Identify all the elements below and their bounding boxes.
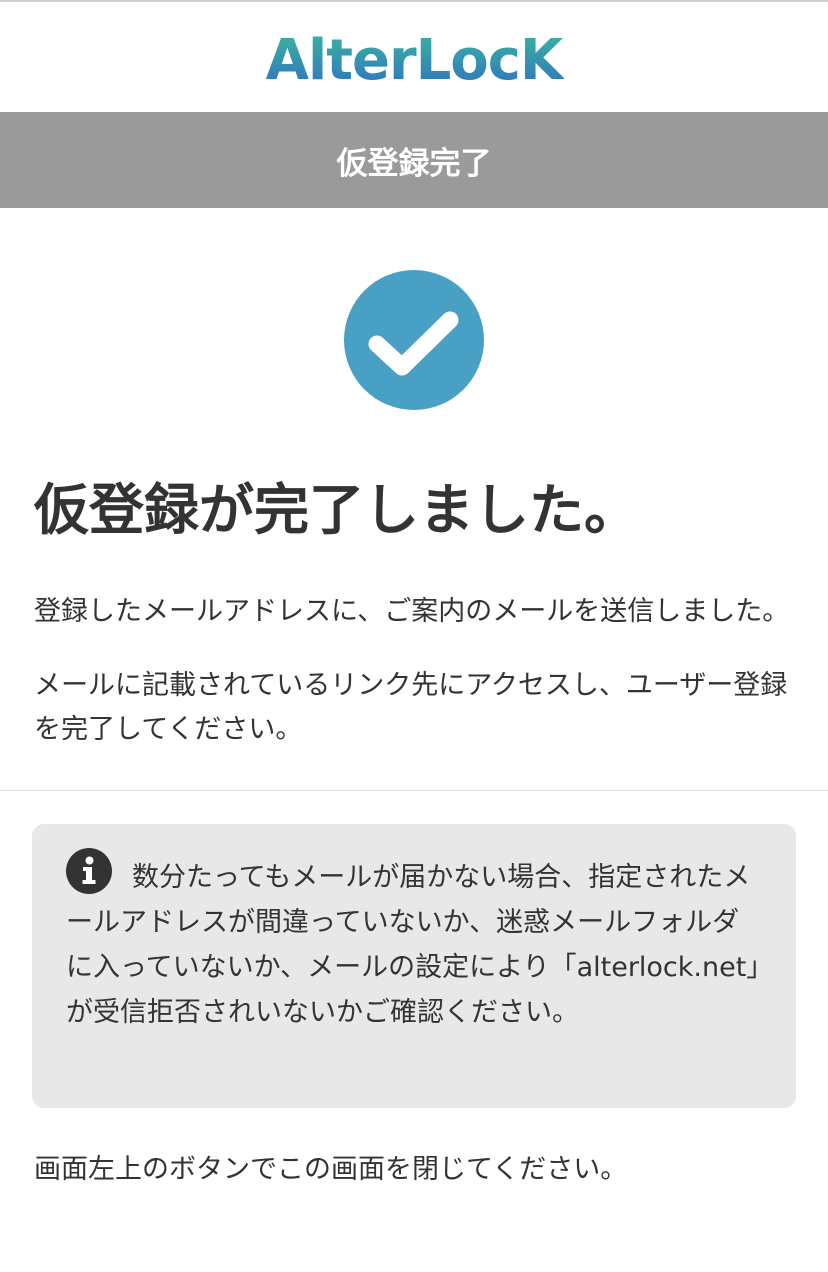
close-instruction: 画面左上のボタンでこの画面を閉じてください。 bbox=[34, 1154, 628, 1185]
logo-text: AlterLocK bbox=[266, 28, 564, 93]
main-content: 仮登録が完了しました。 登録したメールアドレスに、ご案内のメールを送信しました。… bbox=[0, 470, 828, 752]
title-bar: 仮登録完了 bbox=[0, 112, 828, 208]
brand-header: AlterLocK bbox=[0, 6, 828, 112]
paragraph-sent-notice: 登録したメールアドレスに、ご案内のメールを送信しました。 bbox=[34, 596, 790, 627]
check-circle-icon bbox=[344, 270, 484, 410]
divider bbox=[0, 790, 828, 791]
notice-text: 数分たってもメールが届かない場合、指定されたメールアドレスが間違っていないか、迷… bbox=[66, 862, 760, 1028]
status-area bbox=[0, 208, 828, 470]
info-icon bbox=[66, 848, 112, 894]
paragraph-instruction: メールに記載されているリンク先にアクセスし、ユーザー登録を完了してください。 bbox=[34, 670, 788, 745]
notice-box: 数分たってもメールが届かない場合、指定されたメールアドレスが間違っていないか、迷… bbox=[32, 824, 796, 1108]
headline: 仮登録が完了しました。 bbox=[34, 478, 640, 542]
notice-content: 数分たってもメールが届かない場合、指定されたメールアドレスが間違っていないか、迷… bbox=[66, 848, 760, 1035]
alterlock-logo: AlterLocK bbox=[266, 28, 564, 93]
page-title: 仮登録完了 bbox=[336, 145, 492, 182]
